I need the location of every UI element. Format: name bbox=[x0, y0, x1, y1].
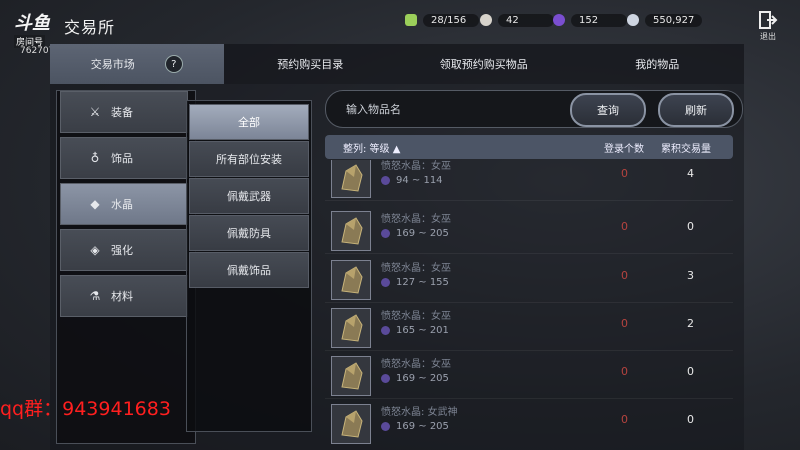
flask-icon: ⚗ bbox=[89, 289, 101, 303]
crystal-item-icon bbox=[331, 356, 371, 396]
crystal-icon bbox=[553, 14, 565, 26]
subcategory-all[interactable]: 全部 bbox=[189, 104, 309, 140]
category-enhance[interactable]: ◈ 强化 bbox=[60, 229, 188, 271]
category-crystal[interactable]: ◆ 水晶 bbox=[60, 183, 188, 225]
douyu-logo: 斗鱼 bbox=[14, 10, 60, 34]
resource-inventory: 28/156 bbox=[405, 12, 479, 28]
crystal-orb-icon bbox=[381, 374, 390, 383]
subcategory-list: 全部 所有部位安装 佩戴武器 佩戴防具 佩戴饰品 bbox=[186, 100, 312, 432]
qq-group-overlay: qq群：943941683 bbox=[0, 398, 171, 420]
tab-reservation-list[interactable]: 预约购买目录 bbox=[223, 44, 397, 84]
refresh-button[interactable]: 刷新 bbox=[658, 93, 734, 127]
svg-text:斗鱼: 斗鱼 bbox=[14, 13, 51, 34]
table-row[interactable]: 愤怒水晶：女巫 165 ~ 201 0 2 bbox=[325, 302, 733, 351]
category-material[interactable]: ⚗ 材料 bbox=[60, 275, 188, 317]
page-title: 交易所 bbox=[64, 18, 116, 37]
table-row[interactable]: 愤怒水晶：女巫 169 ~ 205 0 0 bbox=[325, 205, 733, 254]
tab-market[interactable]: 交易市场 ? bbox=[50, 44, 224, 84]
ring-icon: ♁ bbox=[90, 151, 100, 165]
resource-crystal: 152 bbox=[553, 12, 627, 28]
pearl-icon bbox=[480, 14, 492, 26]
resource-pearl: 42 bbox=[480, 12, 554, 28]
category-equipment[interactable]: ⚔ 装备 bbox=[60, 91, 188, 133]
table-row[interactable]: 愤怒水晶：女巫 94 ~ 114 0 4 bbox=[325, 160, 733, 201]
enhance-icon: ◈ bbox=[90, 243, 100, 257]
subcategory-weapon[interactable]: 佩戴武器 bbox=[189, 178, 309, 214]
search-input[interactable] bbox=[344, 99, 568, 119]
crystal-item-icon bbox=[331, 404, 371, 444]
column-total-traded: 累积交易量 bbox=[661, 144, 711, 155]
crystal-item-icon bbox=[331, 160, 371, 198]
table-row[interactable]: 愤怒水晶: 女武神 169 ~ 205 0 0 bbox=[325, 398, 733, 444]
help-icon[interactable]: ? bbox=[164, 55, 183, 73]
item-list: 愤怒水晶：女巫 94 ~ 114 0 4 愤怒水晶：女巫 169 ~ 205 0… bbox=[325, 160, 733, 444]
table-row[interactable]: 愤怒水晶：女巫 127 ~ 155 0 3 bbox=[325, 254, 733, 303]
resource-silver: 550,927 bbox=[627, 12, 703, 28]
crossed-swords-icon: ⚔ bbox=[89, 105, 101, 119]
subcategory-armor[interactable]: 佩戴防具 bbox=[189, 215, 309, 251]
category-list: ⚔ 装备 ♁ 饰品 ◆ 水晶 ◈ 强化 ⚗ 材料 bbox=[56, 90, 196, 444]
crystal-item-icon bbox=[331, 211, 371, 251]
crystal-orb-icon bbox=[381, 229, 390, 238]
bag-icon bbox=[405, 14, 417, 26]
tab-bar: 交易市场 ? 预约购买目录 领取预约购买物品 我的物品 bbox=[50, 44, 744, 84]
exit-icon bbox=[759, 11, 778, 29]
gem-icon: ◆ bbox=[90, 197, 100, 211]
crystal-item-icon bbox=[331, 308, 371, 348]
crystal-orb-icon bbox=[381, 422, 390, 431]
exit-button[interactable]: 退出 bbox=[754, 10, 782, 42]
subcategory-accessory[interactable]: 佩戴饰品 bbox=[189, 252, 309, 288]
tab-my-items[interactable]: 我的物品 bbox=[570, 44, 744, 84]
crystal-orb-icon bbox=[381, 278, 390, 287]
crystal-orb-icon bbox=[381, 326, 390, 335]
crystal-orb-icon bbox=[381, 176, 390, 185]
table-row[interactable]: 愤怒水晶：女巫 169 ~ 205 0 0 bbox=[325, 350, 733, 399]
subcategory-all-slots[interactable]: 所有部位安装 bbox=[189, 141, 309, 177]
table-header: 整列: 等级 ▲ 登录个数 累积交易量 bbox=[325, 135, 733, 159]
silver-coin-icon bbox=[627, 14, 639, 26]
crystal-item-icon bbox=[331, 260, 371, 300]
search-button[interactable]: 查询 bbox=[570, 93, 646, 127]
column-listed-count: 登录个数 bbox=[604, 144, 644, 155]
sort-by-level[interactable]: 整列: 等级 ▲ bbox=[343, 140, 400, 155]
tab-claim-reservation[interactable]: 领取预约购买物品 bbox=[397, 44, 571, 84]
category-accessory[interactable]: ♁ 饰品 bbox=[60, 137, 188, 179]
